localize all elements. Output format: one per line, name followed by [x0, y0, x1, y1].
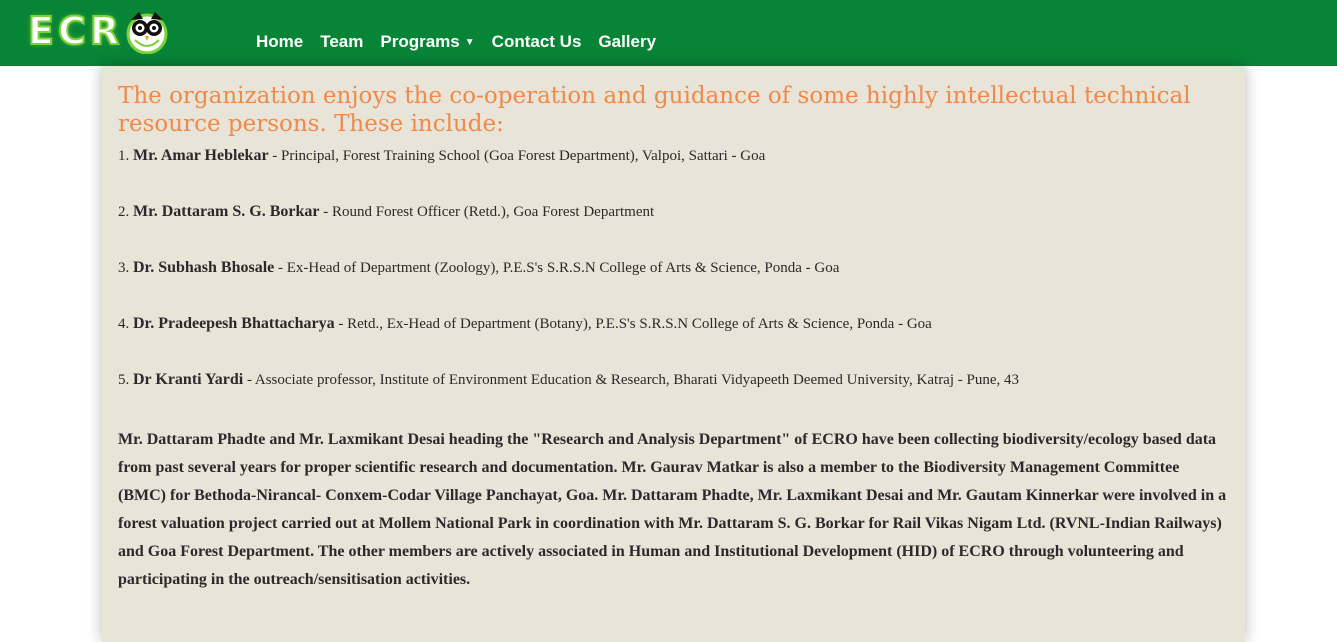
- person-desc: - Principal, Forest Training School (Goa…: [268, 148, 766, 164]
- person-number: 4.: [118, 316, 130, 332]
- person-number: 5.: [118, 372, 130, 388]
- resource-person: 3. Dr. Subhash Bhosale - Ex-Head of Depa…: [118, 258, 1229, 314]
- ecro-logo[interactable]: ECR: [27, 8, 169, 54]
- nav-home[interactable]: Home: [256, 32, 303, 52]
- nav-team[interactable]: Team: [320, 32, 363, 52]
- main-nav: Home Team Programs ▼ Contact Us Gallery: [256, 32, 656, 52]
- resource-person: 1. Mr. Amar Heblekar - Principal, Forest…: [118, 146, 1229, 202]
- person-number: 2.: [118, 204, 130, 220]
- main-content: The organization enjoys the co-operation…: [102, 66, 1245, 642]
- person-number: 3.: [118, 260, 130, 276]
- nav-gallery[interactable]: Gallery: [598, 32, 656, 52]
- person-desc: - Ex-Head of Department (Zoology), P.E.S…: [274, 260, 840, 276]
- person-desc: - Round Forest Officer (Retd.), Goa Fore…: [319, 204, 655, 220]
- logo-letters: ECR: [27, 8, 124, 54]
- person-number: 1.: [118, 148, 130, 164]
- person-name: Mr. Amar Heblekar: [133, 147, 269, 164]
- nav-programs[interactable]: Programs ▼: [380, 32, 474, 52]
- resource-person: 5. Dr Kranti Yardi - Associate professor…: [118, 370, 1229, 426]
- person-name: Mr. Dattaram S. G. Borkar: [133, 203, 320, 220]
- resource-person: 2. Mr. Dattaram S. G. Borkar - Round For…: [118, 202, 1229, 258]
- owl-logo-icon: [126, 12, 168, 54]
- person-name: Dr. Pradeepesh Bhattacharya: [133, 315, 335, 332]
- navbar: ECR Home Team Programs ▼ Contact Us Galle…: [0, 0, 1337, 66]
- person-name: Dr Kranti Yardi: [133, 371, 244, 388]
- intro-heading: The organization enjoys the co-operation…: [118, 83, 1191, 137]
- team-summary-paragraph: Mr. Dattaram Phadte and Mr. Laxmikant De…: [118, 431, 1227, 588]
- resource-person: 4. Dr. Pradeepesh Bhattacharya - Retd., …: [118, 314, 1229, 370]
- caret-down-icon: ▼: [464, 37, 475, 48]
- nav-programs-label: Programs: [380, 32, 460, 51]
- person-name: Dr. Subhash Bhosale: [133, 259, 275, 276]
- person-desc: - Associate professor, Institute of Envi…: [243, 372, 1020, 388]
- nav-contact-us[interactable]: Contact Us: [492, 32, 582, 52]
- person-desc: - Retd., Ex-Head of Department (Botany),…: [334, 316, 932, 332]
